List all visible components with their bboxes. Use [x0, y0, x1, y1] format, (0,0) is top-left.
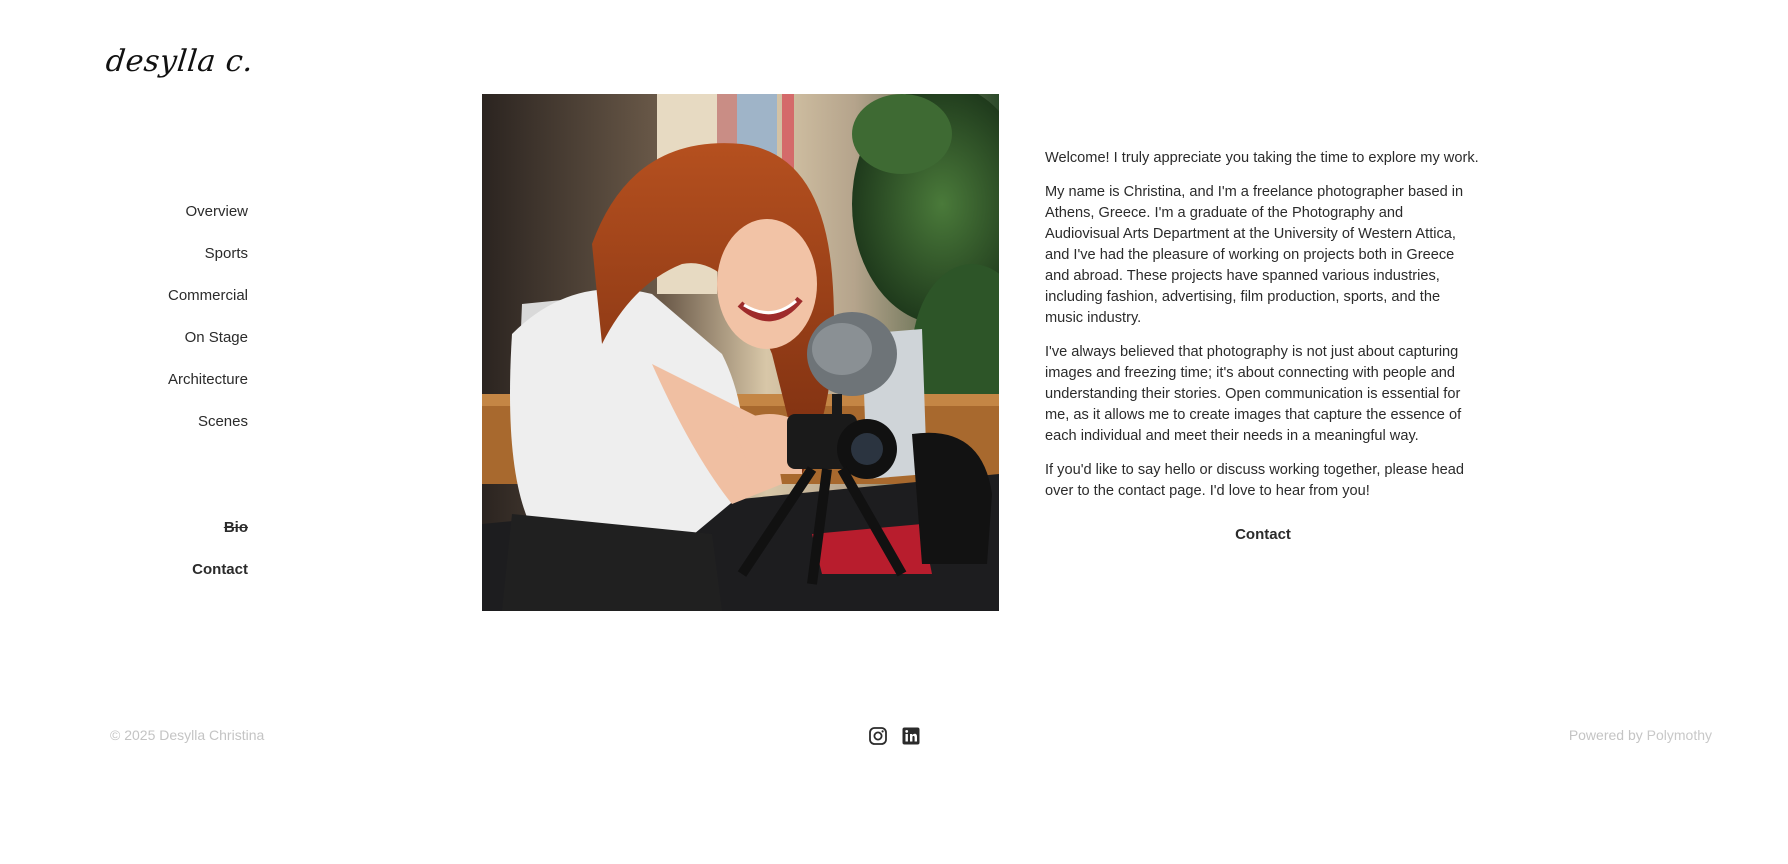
linkedin-icon[interactable] — [901, 726, 921, 746]
site-logo[interactable]: desylla c. — [104, 44, 255, 79]
footer-copyright: © 2025 Desylla Christina — [110, 727, 265, 743]
nav-link-overview[interactable]: Overview — [185, 203, 248, 220]
portrait-photo — [482, 94, 999, 611]
nav-link-commercial[interactable]: Commercial — [168, 287, 248, 304]
nav-link-architecture[interactable]: Architecture — [168, 371, 248, 388]
powered-by-link[interactable]: Polymothy — [1647, 727, 1712, 743]
bio-paragraph-contact: If you'd like to say hello or discuss wo… — [1045, 462, 1464, 499]
nav-item-commercial: Commercial — [100, 283, 248, 325]
nav-item-bio: Bio — [100, 515, 248, 557]
nav-item-scenes: Scenes — [100, 409, 248, 451]
nav-item-architecture: Architecture — [100, 367, 248, 409]
bio-paragraph-welcome: Welcome! I truly appreciate you taking t… — [1045, 150, 1479, 166]
powered-by-label: Powered by — [1568, 727, 1647, 743]
nav-item-contact: Contact — [100, 557, 248, 599]
nav-link-on-stage[interactable]: On Stage — [185, 329, 248, 346]
bio-paragraph-philosophy: I've always believed that photography is… — [1045, 344, 1462, 444]
social-links — [868, 726, 921, 746]
page: desylla c. Overview Sports Commercial On… — [0, 0, 1788, 864]
contact-link[interactable]: Contact — [1045, 526, 1481, 543]
nav-link-sports[interactable]: Sports — [205, 245, 248, 262]
nav-link-bio[interactable]: Bio — [224, 519, 248, 536]
primary-nav: Overview Sports Commercial On Stage Arch… — [100, 199, 248, 451]
nav-link-scenes[interactable]: Scenes — [198, 413, 248, 430]
nav-item-on-stage: On Stage — [100, 325, 248, 367]
instagram-icon[interactable] — [868, 726, 888, 746]
secondary-nav: Bio Contact — [100, 515, 248, 599]
nav-item-overview: Overview — [100, 199, 248, 241]
footer-powered-by: Powered by Polymothy — [1569, 727, 1712, 743]
nav-item-sports: Sports — [100, 241, 248, 283]
portrait-photo-illustration — [482, 94, 999, 611]
bio-text: Welcome! I truly appreciate you taking t… — [1045, 148, 1481, 515]
bio-paragraph-intro: My name is Christina, and I'm a freelanc… — [1045, 184, 1464, 326]
nav-link-contact[interactable]: Contact — [192, 561, 248, 578]
